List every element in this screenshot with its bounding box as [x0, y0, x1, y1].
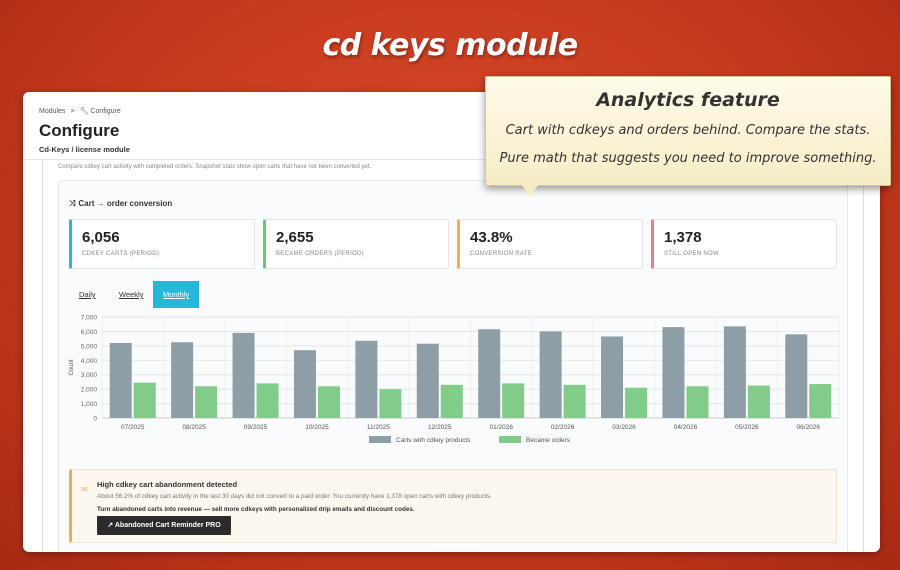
bar-orders — [317, 386, 340, 418]
breadcrumb-configure: Configure — [90, 108, 121, 115]
y-axis-label: Count — [69, 359, 75, 375]
kpi-still-open: 1,378 STILL OPEN NOW — [651, 219, 837, 269]
kpi-label: CONVERSION RATE — [470, 251, 533, 257]
banner-title: cd keys module — [322, 28, 578, 63]
kpi-became-orders: 2,655 BECAME ORDERS (PERIOD) — [263, 219, 449, 269]
breadcrumb: Modules > 🔧︎ Configure — [39, 107, 121, 115]
page-subtitle: Cd-Keys / license module — [39, 145, 130, 154]
x-tick-label: 05/2026 — [735, 424, 759, 431]
tab-weekly[interactable]: Weekly — [109, 281, 153, 308]
bar-carts — [171, 342, 194, 418]
y-tick-label: 3,000 — [81, 372, 98, 379]
bar-carts — [723, 326, 746, 418]
x-tick-label: 04/2026 — [674, 424, 698, 431]
button-label: Abandoned Cart Reminder PRO — [114, 522, 221, 529]
bar-carts — [601, 336, 624, 418]
y-tick-label: 6,000 — [81, 329, 98, 336]
kpi-value: 6,056 — [82, 229, 120, 246]
x-tick-label: 01/2026 — [489, 424, 513, 431]
x-tick-label: 11/2025 — [367, 424, 390, 431]
kpi-label: STILL OPEN NOW — [664, 251, 719, 257]
content-area: Compare cdkey cart activity with complet… — [42, 160, 864, 552]
tab-daily[interactable]: Daily — [69, 281, 106, 308]
bar-carts — [232, 332, 255, 418]
legend-label: Became orders — [526, 437, 571, 444]
wrench-icon: 🔧︎ — [79, 108, 89, 115]
abandonment-alert: ✉ High cdkey cart abandonment detected A… — [69, 469, 837, 543]
conversion-panel: ⤨ Cart → order conversion 6,056 CDKEY CAR… — [58, 180, 848, 552]
bar-orders — [195, 386, 218, 418]
x-tick-label: 07/2025 — [121, 424, 145, 431]
y-tick-label: 1,000 — [81, 401, 98, 408]
bar-orders — [502, 383, 525, 418]
bar-carts — [785, 334, 808, 418]
callout-line-2: Pure math that suggests you need to impr… — [499, 151, 877, 166]
callout-tail — [522, 185, 538, 197]
kpi-cdkey-carts: 6,056 CDKEY CARTS (PERIOD) — [69, 219, 255, 269]
kpi-value: 43.8% — [470, 229, 513, 246]
bar-orders — [809, 384, 832, 418]
kpi-conversion-rate: 43.8% CONVERSION RATE — [457, 219, 643, 269]
panel-title-text: Cart → order conversion — [78, 199, 173, 208]
bar-carts — [109, 342, 132, 418]
kpi-label: BECAME ORDERS (PERIOD) — [276, 251, 364, 257]
bar-carts — [539, 331, 562, 418]
section-description: Compare cdkey cart activity with complet… — [58, 164, 372, 170]
breadcrumb-separator: > — [70, 108, 75, 115]
x-tick-label: 08/2025 — [182, 424, 206, 431]
y-tick-label: 7,000 — [81, 315, 98, 322]
external-link-icon: ↗ — [107, 522, 114, 529]
legend-swatch — [499, 436, 521, 443]
x-tick-label: 02/2026 — [551, 424, 575, 431]
x-tick-label: 10/2025 — [305, 424, 329, 431]
abandoned-cart-reminder-button[interactable]: ↗ Abandoned Cart Reminder PRO — [97, 516, 231, 535]
y-tick-label: 5,000 — [81, 343, 98, 350]
page-title: Configure — [39, 121, 120, 140]
bar-carts — [355, 340, 378, 418]
legend-label: Carts with cdkey products — [396, 437, 471, 444]
callout-line-1: Cart with cdkeys and orders behind. Comp… — [505, 123, 871, 138]
alert-title: High cdkey cart abandonment detected — [97, 480, 238, 489]
bar-orders — [686, 386, 709, 418]
bar-carts — [478, 329, 501, 418]
alert-cta-text: Turn abandoned carts into revenue — sell… — [97, 506, 415, 513]
kpi-value: 2,655 — [276, 229, 314, 246]
bar-orders — [440, 384, 463, 418]
conversion-chart: 0 1,000 2,000 3,000 4,000 5,000 6,000 7,000 07/2… — [59, 313, 849, 463]
bar-carts — [416, 343, 439, 418]
bar-orders — [625, 387, 648, 418]
bar-orders — [379, 389, 402, 418]
x-tick-label: 06/2026 — [797, 424, 821, 431]
kpi-label: CDKEY CARTS (PERIOD) — [82, 251, 160, 257]
x-tick-label: 12/2025 — [428, 424, 452, 431]
chart-svg: 0 1,000 2,000 3,000 4,000 5,000 6,000 7,000 07/2… — [69, 315, 840, 444]
bar-carts — [293, 350, 316, 418]
bar-carts — [662, 327, 685, 418]
kpi-value: 1,378 — [664, 229, 702, 246]
bar-orders — [256, 383, 279, 418]
bar-orders — [133, 382, 156, 418]
y-tick-label: 4,000 — [81, 358, 98, 365]
envelope-icon: ✉ — [81, 485, 88, 494]
panel-title: ⤨ Cart → order conversion — [69, 199, 172, 209]
bar-orders — [563, 384, 586, 418]
alert-body: About 56.2% of cdkey cart activity in th… — [97, 493, 492, 500]
bar-orders — [747, 385, 770, 418]
legend-swatch — [369, 436, 391, 443]
shuffle-icon: ⤨ — [69, 199, 76, 208]
breadcrumb-modules[interactable]: Modules — [39, 108, 65, 115]
callout-title: Analytics feature — [596, 89, 780, 111]
x-tick-label: 09/2025 — [244, 424, 268, 431]
y-tick-label: 2,000 — [81, 387, 98, 394]
x-tick-label: 03/2026 — [612, 424, 636, 431]
y-tick-label: 0 — [93, 416, 97, 423]
feature-callout: Analytics feature Cart with cdkeys and o… — [485, 76, 891, 197]
tab-monthly[interactable]: Monthly — [153, 281, 200, 308]
